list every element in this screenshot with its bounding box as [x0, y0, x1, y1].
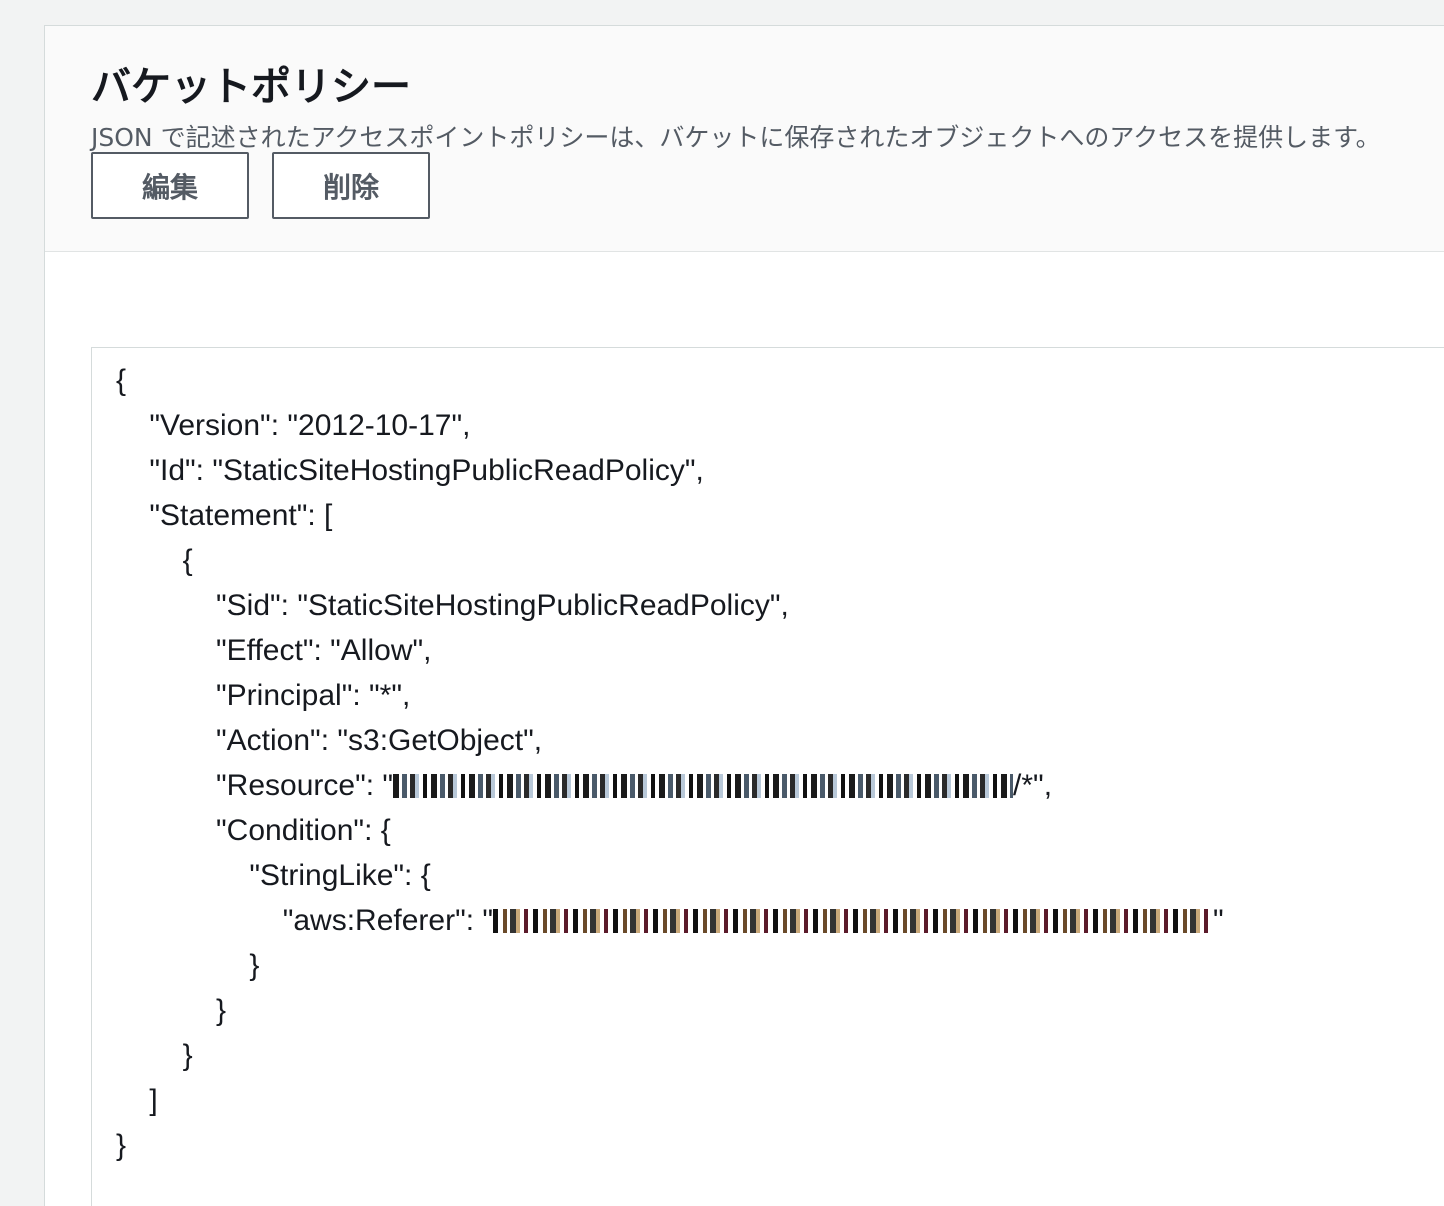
code-line: }	[116, 949, 260, 982]
referer-line: "aws:Referer": " "	[116, 898, 1224, 943]
code-line: "Version": "2012-10-17",	[116, 409, 471, 442]
resource-line: "Resource": " /*",	[116, 763, 1224, 808]
code-line: "Effect": "Allow",	[116, 634, 432, 667]
referer-suffix: "	[1213, 904, 1224, 937]
code-line: "Principal": "*",	[116, 679, 411, 712]
redacted-resource-value	[393, 774, 1014, 798]
redacted-referer-value	[493, 909, 1214, 933]
code-line: }	[116, 1129, 127, 1162]
code-line: "Action": "s3:GetObject",	[116, 724, 543, 757]
panel-header: バケットポリシー JSON で記述されたアクセスポイントポリシーは、バケットに保…	[45, 26, 1444, 252]
code-line: "Statement": [	[116, 499, 333, 532]
edit-button[interactable]: 編集	[91, 152, 249, 219]
code-line: "Condition": {	[116, 814, 391, 847]
resource-key: "Resource": "	[116, 769, 394, 802]
code-line: "Sid": "StaticSiteHostingPublicReadPolic…	[116, 589, 789, 622]
code-line: "Id": "StaticSiteHostingPublicReadPolicy…	[116, 454, 704, 487]
bucket-policy-panel: バケットポリシー JSON で記述されたアクセスポイントポリシーは、バケットに保…	[44, 25, 1444, 1206]
code-line: {	[116, 544, 193, 577]
delete-button[interactable]: 削除	[272, 152, 430, 219]
code-line: }	[116, 994, 227, 1027]
resource-suffix: /*",	[1013, 769, 1053, 802]
code-line: "StringLike": {	[116, 859, 431, 892]
panel-description: JSON で記述されたアクセスポイントポリシーは、バケットに保存されたオブジェク…	[91, 123, 1381, 152]
page-title: バケットポリシー	[91, 64, 411, 110]
referer-key: "aws:Referer": "	[116, 904, 494, 937]
code-line: }	[116, 1039, 193, 1072]
code-line: {	[116, 364, 127, 397]
policy-code-viewer[interactable]: { "Version": "2012-10-17", "Id": "Static…	[91, 347, 1444, 1206]
code-line: ]	[116, 1084, 158, 1117]
policy-json: { "Version": "2012-10-17", "Id": "Static…	[116, 358, 1224, 1168]
